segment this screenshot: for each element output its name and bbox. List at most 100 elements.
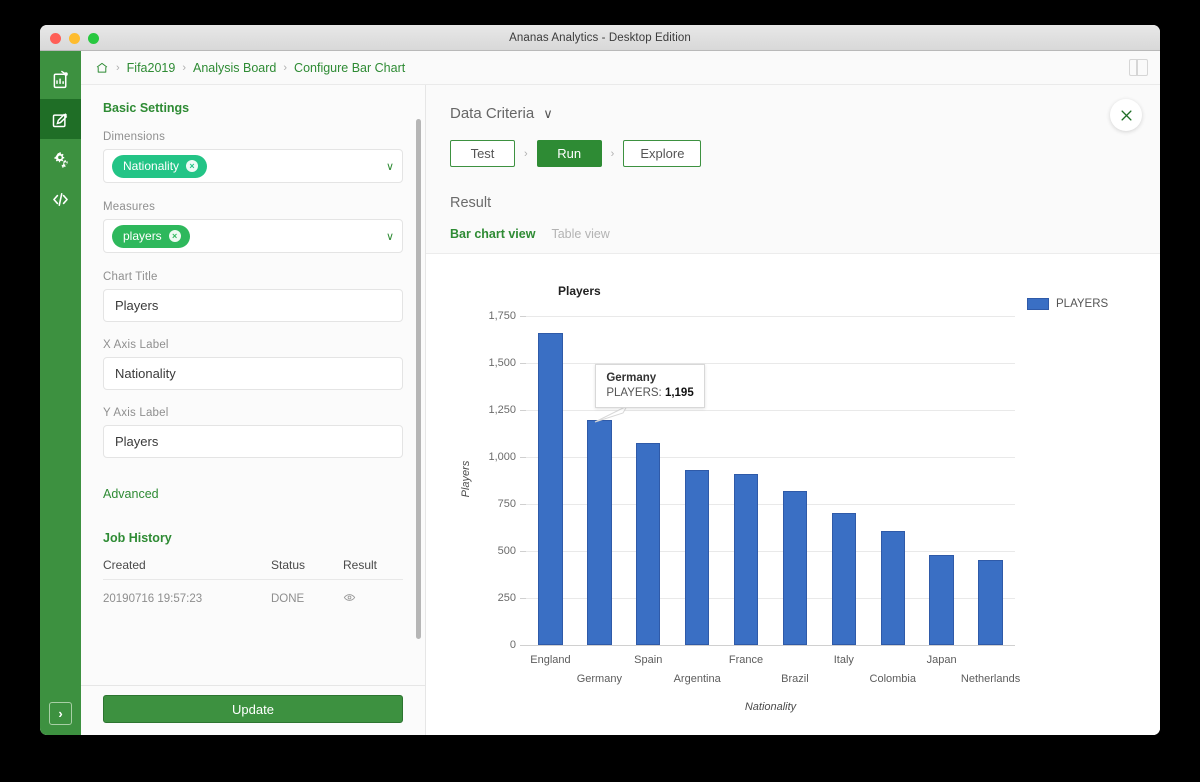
y-axis-tick-label: 750 — [497, 498, 516, 510]
job-created-value: 20190716 19:57:23 — [103, 593, 203, 605]
y-axis-title: Players — [460, 460, 472, 497]
y-tick-mark — [520, 410, 526, 411]
sidebar-expand-chevron-icon: › — [58, 706, 63, 721]
x-axis-title: Nationality — [744, 701, 797, 713]
bar-england[interactable] — [538, 332, 563, 645]
breadcrumb-item-fifa2019[interactable]: Fifa2019 — [127, 61, 176, 75]
chart-title-input[interactable] — [103, 289, 403, 322]
dimensions-select[interactable]: Nationality ∨ — [103, 149, 403, 183]
job-history-table: Created Status Result 20190716 19:57:23 … — [103, 555, 403, 607]
tooltip-pointer — [593, 405, 633, 431]
y-axis-label-label: Y Axis Label — [103, 407, 169, 419]
y-tick-mark — [520, 363, 526, 364]
result-heading: Result — [450, 195, 492, 211]
panel-layout-icon[interactable] — [1129, 59, 1148, 76]
dimension-chip-nationality[interactable]: Nationality — [112, 154, 208, 178]
result-panel: Data Criteria ∨ Test › Run › Explore Res… — [426, 85, 1160, 735]
y-tick-mark — [520, 316, 526, 317]
bar-chart: Players 0 250 500 750 1,000 1,250 1,500 1,750 Eng… — [426, 254, 1160, 735]
run-button[interactable]: Run — [536, 140, 602, 167]
test-button[interactable]: Test — [450, 140, 515, 167]
measure-chip-players[interactable]: players — [112, 224, 190, 248]
gears-icon — [54, 151, 68, 168]
y-axis-tick-label: 1,000 — [488, 451, 516, 463]
job-status-value: DONE — [271, 593, 305, 605]
sidebar-expand-button[interactable]: › — [49, 702, 72, 725]
measure-chip-remove-icon[interactable] — [168, 230, 181, 242]
legend-label: PLAYERS — [1056, 298, 1109, 310]
x-axis-tick-label: England — [530, 654, 571, 666]
breadcrumb-item-analysis-board[interactable]: Analysis Board — [193, 61, 276, 75]
bar-colombia[interactable] — [880, 531, 905, 645]
bar-netherlands[interactable] — [978, 560, 1003, 645]
app-body: › › Fifa2019 › Analysis Board › Configur… — [40, 51, 1160, 735]
rail-item-analysis-board[interactable] — [40, 99, 81, 139]
bar-france[interactable] — [733, 473, 759, 645]
chevron-down-icon[interactable]: ∨ — [386, 230, 394, 243]
sidebar-rail: › — [40, 51, 81, 735]
bar-argentina[interactable] — [684, 470, 710, 645]
breadcrumb-separator: › — [283, 61, 288, 74]
config-panel: Basic Settings Dimensions Nationality ∨ … — [81, 85, 426, 735]
maximize-window-button[interactable] — [88, 33, 99, 44]
config-panel-scrollbar[interactable] — [416, 119, 421, 639]
x-axis-tick-label: Argentina — [673, 673, 721, 685]
rail-item-settings[interactable] — [40, 139, 81, 179]
y-tick-mark — [520, 598, 526, 599]
config-panel-scroll: Basic Settings Dimensions Nationality ∨ … — [81, 85, 425, 685]
app-window: Ananas Analytics - Desktop Edition › › F… — [40, 25, 1160, 735]
dimension-chip-remove-icon[interactable] — [186, 160, 199, 172]
update-button[interactable]: Update — [103, 695, 403, 723]
home-icon[interactable] — [95, 61, 109, 75]
result-panel-inner: Data Criteria ∨ Test › Run › Explore Res… — [426, 85, 1160, 735]
measures-select[interactable]: players ∨ — [103, 219, 403, 253]
tab-bar-chart-view[interactable]: Bar chart view — [450, 227, 535, 241]
tooltip-category: Germany — [606, 372, 657, 385]
chevron-down-icon[interactable]: ∨ — [386, 160, 394, 173]
chart-board-icon — [53, 70, 68, 88]
rail-item-code[interactable] — [40, 179, 81, 219]
run-steps: Test › Run › Explore — [426, 140, 1160, 167]
explore-button[interactable]: Explore — [623, 140, 702, 167]
tab-table-view[interactable]: Table view — [551, 227, 609, 241]
eye-icon[interactable] — [343, 593, 356, 607]
config-panel-footer: Update — [81, 685, 425, 735]
breadcrumb-item-configure-bar-chart[interactable]: Configure Bar Chart — [294, 61, 405, 75]
y-axis-tick-label: 500 — [497, 545, 516, 557]
minimize-window-button[interactable] — [69, 33, 80, 44]
bar-germany[interactable] — [587, 420, 612, 645]
chart-tooltip: Germany PLAYERS: 1,195 — [595, 364, 705, 409]
x-axis-tick-label: Japan — [926, 654, 957, 666]
dimension-chip-label: Nationality — [123, 159, 180, 173]
close-window-button[interactable] — [50, 33, 61, 44]
job-history-col-created: Created — [103, 555, 271, 580]
y-tick-mark — [520, 551, 526, 552]
y-tick-mark — [520, 504, 526, 505]
measure-chip-label: players — [123, 229, 162, 243]
advanced-link[interactable]: Advanced — [103, 487, 403, 501]
edit-board-icon — [52, 112, 68, 127]
panes: Basic Settings Dimensions Nationality ∨ … — [81, 85, 1160, 735]
table-row: 20190716 19:57:23 DONE — [103, 580, 403, 608]
x-axis-label-input[interactable] — [103, 357, 403, 390]
chevron-down-icon: ∨ — [543, 105, 553, 121]
y-axis-label-input[interactable] — [103, 425, 403, 458]
dimensions-label: Dimensions — [103, 131, 166, 143]
legend-swatch — [1027, 298, 1049, 310]
x-axis-label-label: X Axis Label — [103, 339, 169, 351]
bar-japan[interactable] — [929, 554, 954, 645]
job-history-header-row: Created Status Result — [103, 555, 403, 580]
code-icon — [53, 192, 68, 206]
rail-item-datasource[interactable] — [40, 59, 81, 99]
bar-spain[interactable] — [636, 442, 661, 645]
x-axis-tick-label: Italy — [833, 654, 854, 666]
result-view-tabs: Bar chart view Table view — [426, 227, 1160, 254]
basic-settings-heading: Basic Settings — [103, 101, 190, 115]
close-icon[interactable] — [1110, 99, 1142, 131]
data-criteria-toggle[interactable]: Data Criteria ∨ — [426, 105, 1160, 122]
x-axis-tick-label: Germany — [576, 673, 622, 685]
bar-italy[interactable] — [831, 513, 857, 645]
x-axis-tick-label: France — [728, 654, 764, 666]
breadcrumb-bar: › Fifa2019 › Analysis Board › Configure … — [81, 51, 1160, 85]
bar-brazil[interactable] — [782, 490, 808, 645]
